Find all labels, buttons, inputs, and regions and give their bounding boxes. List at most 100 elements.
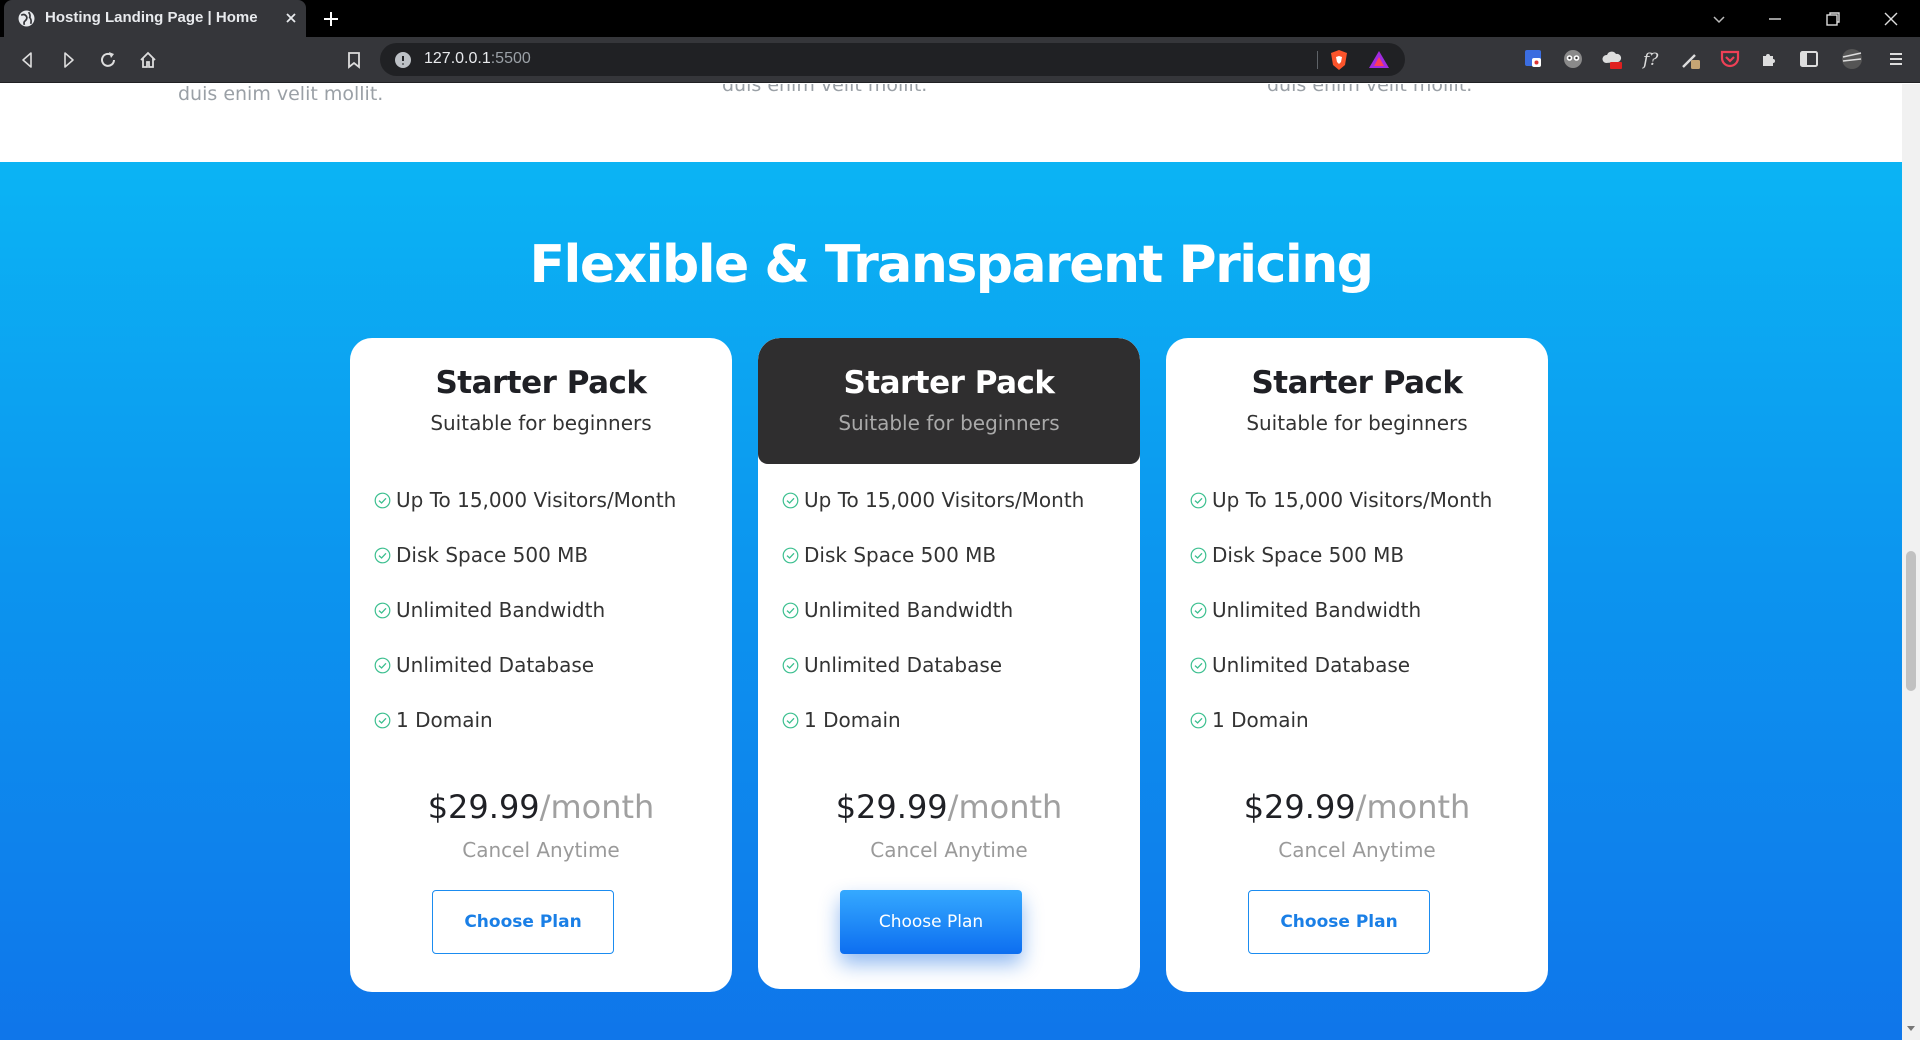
- feature-description-tail: duis enim velit mollit.: [722, 84, 928, 96]
- tab-title: Hosting Landing Page | Home: [45, 9, 258, 26]
- extension-vpn-icon[interactable]: [1522, 47, 1546, 71]
- check-circle-icon: [782, 602, 799, 619]
- feature-text: 1 Domain: [1212, 708, 1309, 732]
- feature-item: 1 Domain: [1190, 708, 1530, 763]
- feature-text: Up To 15,000 Visitors/Month: [804, 488, 1085, 512]
- check-circle-icon: [782, 657, 799, 674]
- feature-text: Unlimited Bandwidth: [804, 598, 1014, 622]
- check-circle-icon: [782, 712, 799, 729]
- cancel-note: Cancel Anytime: [1278, 838, 1436, 862]
- choose-plan-button[interactable]: Choose Plan: [840, 890, 1022, 954]
- pricing-title: Flexible & Transparent Pricing: [529, 235, 1375, 295]
- address-bar[interactable]: 127.0.0.1:5500: [380, 43, 1405, 76]
- extension-glasses-icon[interactable]: [1561, 47, 1585, 71]
- home-icon[interactable]: [137, 49, 159, 71]
- plan-name: Starter Pack: [1251, 365, 1463, 401]
- pricing-card-header: Starter Pack Suitable for beginners: [758, 338, 1140, 464]
- url-host: 127.0.0.1: [424, 50, 491, 67]
- new-tab-icon[interactable]: [320, 8, 342, 30]
- feature-text: Unlimited Bandwidth: [396, 598, 606, 622]
- check-circle-icon: [1190, 657, 1207, 674]
- feature-text: Unlimited Database: [396, 653, 595, 677]
- feature-item: Unlimited Bandwidth: [1190, 598, 1530, 653]
- browser-tab[interactable]: Hosting Landing Page | Home: [4, 0, 306, 37]
- feature-description-tail: duis enim velit mollit.: [178, 84, 384, 105]
- cancel-note: Cancel Anytime: [870, 838, 1028, 862]
- feature-text: Unlimited Database: [1212, 653, 1411, 677]
- check-circle-icon: [374, 602, 391, 619]
- check-circle-icon: [374, 492, 391, 509]
- feature-list: Up To 15,000 Visitors/Month Disk Space 5…: [1190, 488, 1530, 763]
- plan-subtitle: Suitable for beginners: [430, 411, 652, 435]
- browser-toolbar: 127.0.0.1:5500 f?: [0, 37, 1920, 83]
- choose-plan-button[interactable]: Choose Plan: [1248, 890, 1430, 954]
- check-circle-icon: [374, 712, 391, 729]
- plan-period: /month: [947, 788, 1063, 826]
- check-circle-icon: [782, 547, 799, 564]
- brave-rewards-icon[interactable]: [1367, 48, 1391, 72]
- feature-list: Up To 15,000 Visitors/Month Disk Space 5…: [374, 488, 714, 763]
- info-icon[interactable]: [394, 51, 412, 69]
- page-scrollbar[interactable]: [1902, 84, 1920, 1040]
- restore-icon[interactable]: [1822, 8, 1844, 30]
- plan-name: Starter Pack: [843, 365, 1055, 401]
- plan-subtitle: Suitable for beginners: [838, 411, 1060, 435]
- price-row: $29.99/month: [758, 788, 1140, 826]
- feature-item: Unlimited Database: [1190, 653, 1530, 708]
- feature-item: Up To 15,000 Visitors/Month: [782, 488, 1122, 543]
- extension-cloud-icon[interactable]: [1600, 47, 1624, 71]
- feature-description-tail: duis enim velit mollit.: [1267, 84, 1473, 96]
- plan-period: /month: [1355, 788, 1471, 826]
- plan-price: $29.99: [1243, 788, 1356, 826]
- check-circle-icon: [1190, 492, 1207, 509]
- scroll-down-arrow-icon[interactable]: [1907, 1026, 1915, 1031]
- pocket-icon[interactable]: [1718, 47, 1742, 71]
- price-row: $29.99/month: [350, 788, 732, 826]
- check-circle-icon: [374, 657, 391, 674]
- check-circle-icon: [782, 492, 799, 509]
- feature-text: Unlimited Bandwidth: [1212, 598, 1422, 622]
- feature-item: 1 Domain: [782, 708, 1122, 763]
- plan-name: Starter Pack: [435, 365, 647, 401]
- plan-price: $29.99: [835, 788, 948, 826]
- bookmark-icon[interactable]: [343, 49, 365, 71]
- svg-text:f?: f?: [1641, 50, 1659, 70]
- feature-text: Unlimited Database: [804, 653, 1003, 677]
- scrollbar-thumb[interactable]: [1906, 551, 1916, 691]
- reload-icon[interactable]: [97, 49, 119, 71]
- feature-item: Unlimited Database: [782, 653, 1122, 708]
- close-tab-icon[interactable]: [284, 11, 298, 25]
- check-circle-icon: [374, 547, 391, 564]
- feature-item: Up To 15,000 Visitors/Month: [374, 488, 714, 543]
- check-circle-icon: [1190, 547, 1207, 564]
- extension-font-icon[interactable]: f?: [1640, 47, 1664, 71]
- globe-icon: [18, 10, 35, 27]
- feature-item: 1 Domain: [374, 708, 714, 763]
- feature-text: Disk Space 500 MB: [396, 543, 589, 567]
- choose-plan-button[interactable]: Choose Plan: [432, 890, 614, 954]
- extension-eyedropper-icon[interactable]: [1679, 47, 1703, 71]
- url-port: :5500: [490, 50, 531, 67]
- price-row: $29.99/month: [1166, 788, 1548, 826]
- url-text[interactable]: 127.0.0.1:5500: [424, 50, 531, 68]
- minimize-icon[interactable]: [1764, 8, 1786, 30]
- feature-item: Unlimited Bandwidth: [782, 598, 1122, 653]
- close-window-icon[interactable]: [1880, 8, 1902, 30]
- feature-list: Up To 15,000 Visitors/Month Disk Space 5…: [782, 488, 1122, 763]
- browser-menu-icon[interactable]: [1884, 47, 1908, 71]
- sidebar-toggle-icon[interactable]: [1797, 47, 1821, 71]
- feature-item: Disk Space 500 MB: [374, 543, 714, 598]
- pricing-card-featured: Starter Pack Suitable for beginners Up T…: [758, 338, 1140, 989]
- feature-item: Up To 15,000 Visitors/Month: [1190, 488, 1530, 543]
- pricing-card-header: Starter Pack Suitable for beginners: [350, 338, 732, 464]
- profile-avatar-icon[interactable]: [1840, 47, 1864, 71]
- tab-search-icon[interactable]: [1708, 8, 1730, 30]
- pricing-card: Starter Pack Suitable for beginners Up T…: [350, 338, 732, 992]
- feature-text: Disk Space 500 MB: [804, 543, 997, 567]
- extensions-puzzle-icon[interactable]: [1758, 47, 1782, 71]
- brave-shields-icon[interactable]: [1327, 48, 1351, 72]
- back-icon[interactable]: [17, 49, 39, 71]
- forward-icon[interactable]: [57, 49, 79, 71]
- feature-item: Disk Space 500 MB: [782, 543, 1122, 598]
- address-bar-divider: [1317, 51, 1318, 69]
